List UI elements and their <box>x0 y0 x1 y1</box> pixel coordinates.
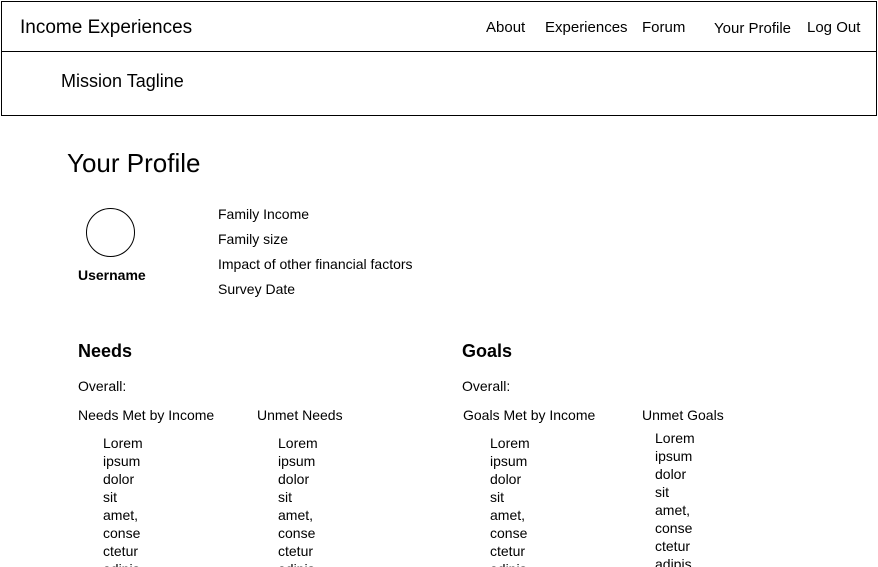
list-item: dolor <box>278 471 310 487</box>
goals-met-heading: Goals Met by Income <box>463 407 596 423</box>
page: Income Experiences About Experiences For… <box>0 0 878 567</box>
list-item: sit <box>278 489 292 505</box>
family-income-label: Family Income <box>218 206 310 222</box>
needs-heading: Needs <box>78 341 133 361</box>
list-item: amet, <box>490 507 526 523</box>
list-item: amet, <box>278 507 314 523</box>
list-item: amet, <box>103 507 139 523</box>
nav-experiences-link[interactable]: Experiences <box>545 19 628 36</box>
list-item: ctetur <box>655 538 691 554</box>
needs-met-list: Lorem ipsum dolor sit amet, conse ctetur… <box>103 434 143 567</box>
list-item: dolor <box>490 471 522 487</box>
needs-met-heading: Needs Met by Income <box>78 407 215 423</box>
list-item: ipsum <box>278 453 316 469</box>
list-item: conse <box>655 520 693 536</box>
list-item: ipsum <box>490 453 528 469</box>
list-item: dolor <box>103 471 135 487</box>
list-item: adipis <box>278 560 318 567</box>
list-item: Lorem <box>655 430 695 446</box>
list-item: ctetur <box>278 543 314 559</box>
list-item: conse <box>103 525 141 541</box>
list-item: ctetur <box>490 543 526 559</box>
nav-your-profile-link[interactable]: Your Profile <box>714 20 791 37</box>
list-item: ipsum <box>655 448 693 464</box>
list-item: ctetur <box>103 543 139 559</box>
list-item: sit <box>655 484 669 500</box>
list-item: conse <box>490 525 528 541</box>
unmet-needs-list: Lorem ipsum dolor sit amet, conse ctetur… <box>278 434 318 567</box>
tagline-banner: Mission Tagline <box>1 51 877 116</box>
unmet-goals-heading: Unmet Goals <box>642 407 724 423</box>
list-item: sit <box>490 489 504 505</box>
page-title: Your Profile <box>67 148 201 178</box>
username-label: Username <box>78 267 146 283</box>
list-item: ipsum <box>103 453 141 469</box>
needs-overall-label: Overall: <box>78 378 127 394</box>
mission-tagline: Mission Tagline <box>61 71 184 91</box>
goals-overall-label: Overall: <box>462 378 511 394</box>
list-item: adipis <box>655 556 692 567</box>
list-item: adipis <box>103 560 143 567</box>
brand-title[interactable]: Income Experiences <box>20 17 192 39</box>
avatar <box>86 208 135 257</box>
list-item: Lorem <box>278 435 318 451</box>
list-item: Lorem <box>103 435 143 451</box>
list-item: sit <box>103 489 117 505</box>
list-item: Lorem <box>490 435 530 451</box>
top-nav-bar: Income Experiences About Experiences For… <box>1 1 877 52</box>
survey-date-label: Survey Date <box>218 281 296 297</box>
nav-forum-link[interactable]: Forum <box>642 19 685 36</box>
list-item: conse <box>278 525 316 541</box>
family-size-label: Family size <box>218 231 289 247</box>
list-item: adipis <box>490 560 530 567</box>
unmet-goals-list: Lorem ipsum dolor sit amet, conse ctetur… <box>655 429 695 567</box>
nav-log-out-link[interactable]: Log Out <box>807 19 860 36</box>
list-item: dolor <box>655 466 687 482</box>
goals-met-list: Lorem ipsum dolor sit amet, conse ctetur… <box>490 434 530 567</box>
nav-about-link[interactable]: About <box>486 19 525 36</box>
list-item: amet, <box>655 502 691 518</box>
goals-heading: Goals <box>462 341 513 361</box>
financial-factors-label: Impact of other financial factors <box>218 256 413 272</box>
unmet-needs-heading: Unmet Needs <box>257 407 343 423</box>
